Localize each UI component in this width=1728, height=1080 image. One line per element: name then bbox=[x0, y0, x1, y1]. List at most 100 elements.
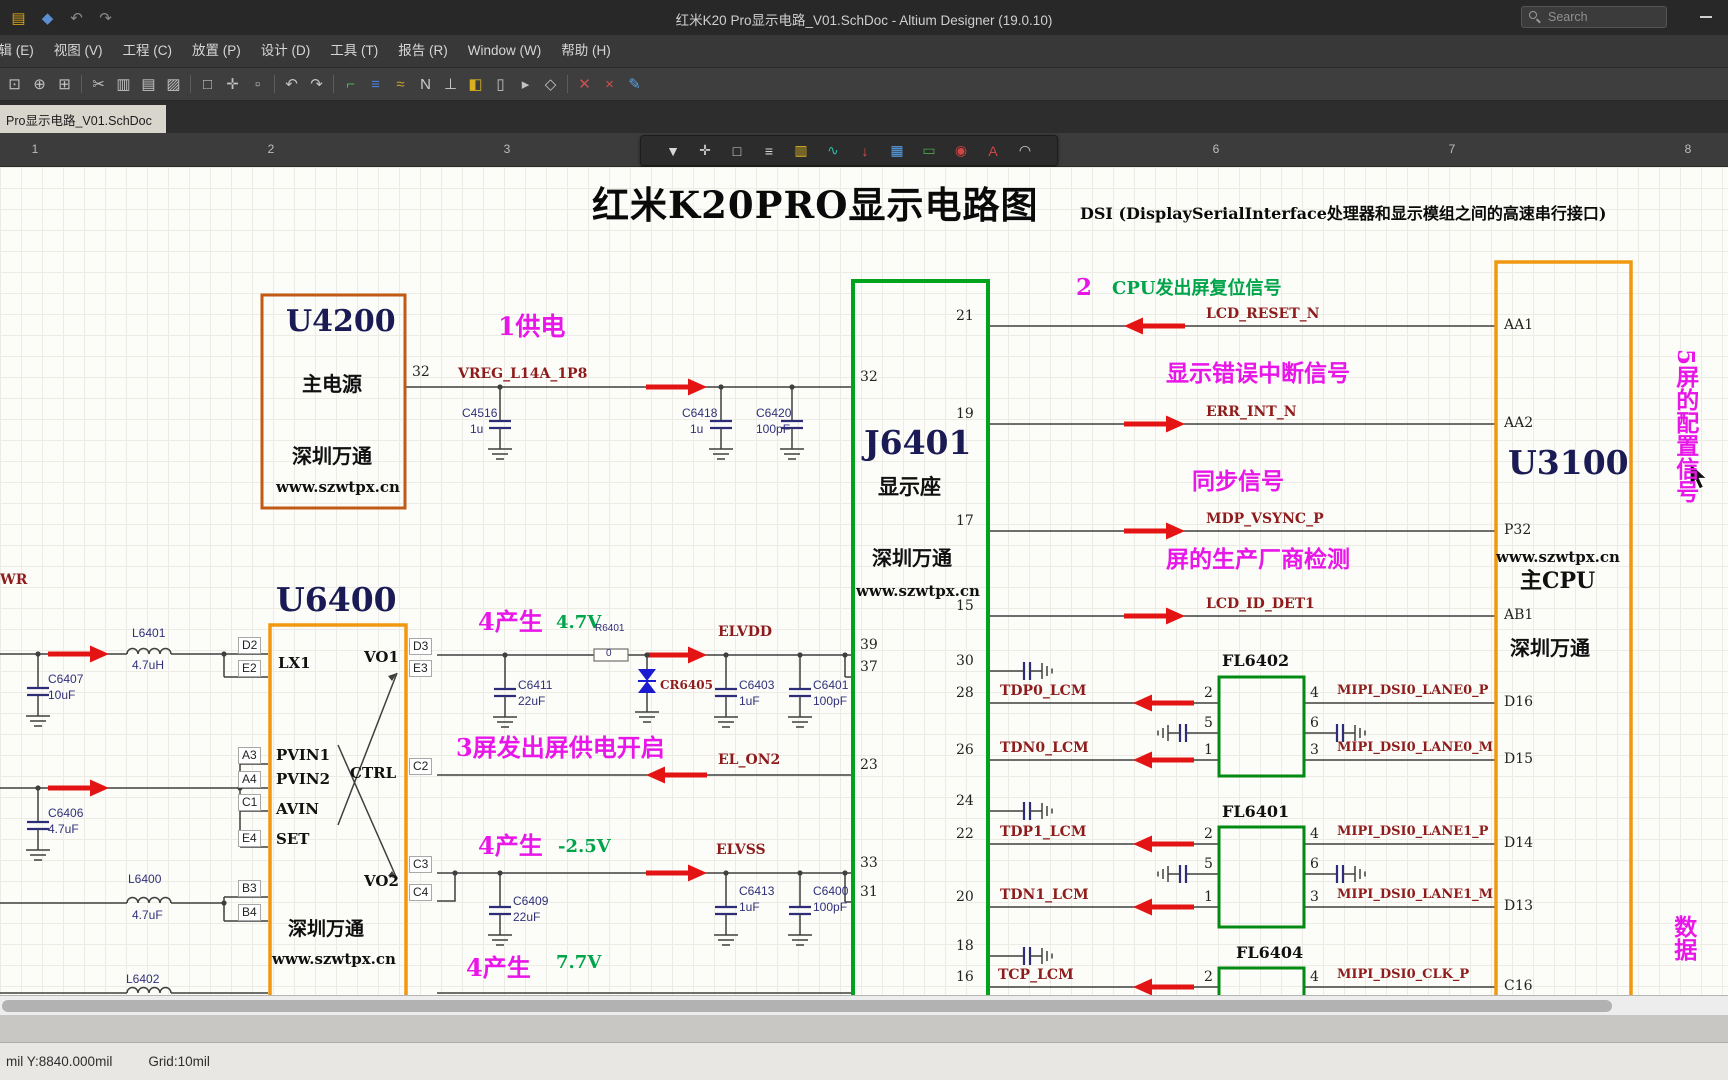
sch-ref[interactable]: C6420 bbox=[756, 406, 791, 420]
sch-pin-box[interactable]: B3 bbox=[238, 880, 261, 897]
select-area-icon[interactable]: □ bbox=[722, 139, 752, 163]
sch-net[interactable]: WR bbox=[0, 572, 27, 589]
distribute-icon[interactable]: ▥ bbox=[786, 139, 816, 163]
sch-pin-box[interactable]: B4 bbox=[238, 904, 261, 921]
sch-ref[interactable]: 100pF bbox=[756, 422, 790, 436]
menu-item-4[interactable]: 设计 (D) bbox=[251, 35, 321, 67]
sch-pin-num[interactable]: 3 bbox=[1310, 742, 1319, 759]
sch-pin-num[interactable]: 1 bbox=[1204, 889, 1213, 906]
sch-ref[interactable]: 1u bbox=[690, 422, 703, 436]
text-icon[interactable]: A bbox=[978, 139, 1008, 163]
sch-ref[interactable]: C6413 bbox=[739, 884, 774, 898]
sch-pin-num[interactable]: 26 bbox=[956, 742, 974, 759]
sch-pin-box[interactable]: E2 bbox=[238, 660, 261, 677]
workspace-icon[interactable]: ◆ bbox=[35, 5, 60, 30]
sch-pin-num[interactable]: 19 bbox=[956, 406, 974, 423]
fl6402-ref[interactable]: FL6402 bbox=[1222, 652, 1289, 670]
power-port-icon[interactable]: ⊥ bbox=[438, 72, 463, 97]
sch-pin-num[interactable]: 39 bbox=[860, 637, 878, 654]
sch-pin-box[interactable]: D3 bbox=[409, 638, 433, 655]
sch-ref[interactable]: L6401 bbox=[132, 626, 165, 640]
sch-ref[interactable]: C6418 bbox=[682, 406, 717, 420]
net-elvss[interactable]: ELVSS bbox=[716, 842, 766, 859]
sch-pin-num[interactable]: 37 bbox=[860, 659, 878, 676]
horizontal-scrollbar[interactable] bbox=[0, 995, 1728, 1015]
sch-ann-m[interactable]: 1供电 bbox=[498, 313, 565, 341]
sch-ref[interactable]: 1u bbox=[470, 422, 483, 436]
document-tab[interactable]: Pro显示电路_V01.SchDoc bbox=[0, 105, 166, 133]
sch-comp-text[interactable]: 主CPU bbox=[1520, 569, 1595, 594]
sch-ref[interactable]: 4.7uF bbox=[48, 822, 79, 836]
sch-pin-num[interactable]: 4 bbox=[1310, 685, 1319, 702]
sch-net[interactable]: CR6405 bbox=[660, 678, 713, 692]
sch-net[interactable]: MIPI_DSI0_LANE1_P bbox=[1337, 824, 1488, 840]
sch-pin-num[interactable]: 4 bbox=[1310, 969, 1319, 986]
sch-pin-num[interactable]: 3 bbox=[1310, 889, 1319, 906]
sch-pin-num[interactable]: 24 bbox=[956, 793, 974, 810]
sch-ann-m[interactable]: 2 bbox=[1076, 275, 1092, 301]
sch-pin-num[interactable]: C16 bbox=[1504, 978, 1533, 995]
sch-pin-num[interactable]: 2 bbox=[1204, 969, 1213, 986]
probe-icon[interactable]: ↓ bbox=[850, 139, 880, 163]
sch-pin-box[interactable]: E4 bbox=[238, 830, 261, 847]
sch-ref[interactable]: C4516 bbox=[462, 406, 497, 420]
sch-pin-num[interactable]: 28 bbox=[956, 685, 974, 702]
place-part-icon[interactable]: ◧ bbox=[463, 72, 488, 97]
sch-ref[interactable]: 1uF bbox=[739, 900, 760, 914]
sch-ann-m[interactable]: 4产生 bbox=[478, 608, 543, 636]
sch-ref[interactable]: C6403 bbox=[739, 678, 774, 692]
menu-item-3[interactable]: 放置 (P) bbox=[182, 35, 251, 67]
sch-comp-text[interactable]: 深圳万通 bbox=[872, 547, 952, 570]
sch-pin-box[interactable]: D2 bbox=[238, 637, 262, 654]
fl6404-ref[interactable]: FL6404 bbox=[1236, 944, 1303, 962]
place-bus-icon[interactable]: ≡ bbox=[363, 72, 388, 97]
sch-pin-num[interactable]: 22 bbox=[956, 826, 974, 843]
net-elvdd[interactable]: ELVDD bbox=[718, 624, 772, 641]
sch-pin-num[interactable]: D15 bbox=[1504, 751, 1533, 768]
sch-pin-num[interactable]: 30 bbox=[956, 653, 974, 670]
sch-ann-m[interactable]: 屏的生产厂商检测 bbox=[1166, 547, 1350, 573]
sch-ann-m[interactable]: 5屏的配置信号 bbox=[1672, 349, 1699, 503]
sch-pin-num[interactable]: 1 bbox=[1204, 742, 1213, 759]
sch-pin-num[interactable]: 33 bbox=[860, 855, 878, 872]
net-lcd-reset-n[interactable]: LCD_RESET_N bbox=[1206, 306, 1319, 323]
sch-ann-m[interactable]: 数据 bbox=[1670, 915, 1697, 961]
search-input[interactable]: Search bbox=[1521, 6, 1667, 28]
redo-icon[interactable]: ↷ bbox=[93, 5, 118, 30]
sch-pin-num[interactable]: 6 bbox=[1310, 856, 1319, 873]
zoom-area-icon[interactable]: ⊞ bbox=[52, 72, 77, 97]
move-icon[interactable]: ✛ bbox=[690, 139, 720, 163]
sch-net[interactable]: TCP_LCM bbox=[998, 967, 1074, 984]
copy-icon[interactable]: ▥ bbox=[111, 72, 136, 97]
sch-net[interactable]: TDN1_LCM bbox=[1000, 887, 1089, 904]
fl6401-ref[interactable]: FL6401 bbox=[1222, 803, 1289, 821]
sch-ref[interactable]: C6411 bbox=[518, 678, 552, 692]
sch-ann-m[interactable]: 4产生 bbox=[466, 954, 531, 982]
sch-ref[interactable]: 1uF bbox=[739, 694, 760, 708]
sch-ref[interactable]: C6409 bbox=[513, 894, 548, 908]
net-label-icon[interactable]: N bbox=[413, 72, 438, 97]
sch-comp-text[interactable]: www.szwtpx.cn bbox=[1496, 549, 1620, 566]
sch-ref[interactable]: C6400 bbox=[813, 884, 848, 898]
select-area-icon[interactable]: □ bbox=[195, 72, 220, 97]
sch-ref[interactable]: 100pF bbox=[813, 900, 847, 914]
sch-pin-name[interactable]: AVIN bbox=[276, 801, 319, 818]
sch-net[interactable]: MIPI_DSI0_LANE0_M bbox=[1337, 740, 1493, 756]
sch-pin-num[interactable]: 6 bbox=[1310, 715, 1319, 732]
sch-ref[interactable]: C6401 bbox=[813, 678, 848, 692]
sch-ref[interactable]: L6402 bbox=[126, 972, 159, 986]
sch-ann-m[interactable]: 同步信号 bbox=[1192, 469, 1284, 495]
clear-selection-icon[interactable]: ▫ bbox=[245, 72, 270, 97]
sch-pin-name[interactable]: LX1 bbox=[278, 655, 311, 672]
sch-pin-box[interactable]: A3 bbox=[238, 747, 261, 764]
sheet-symbol-icon[interactable]: ▯ bbox=[488, 72, 513, 97]
sch-pin-num[interactable]: 21 bbox=[956, 308, 974, 325]
net-lcd-id-det1[interactable]: LCD_ID_DET1 bbox=[1206, 596, 1315, 613]
fit-document-icon[interactable]: ⊡ bbox=[2, 72, 27, 97]
cut-icon[interactable]: ✂ bbox=[86, 72, 111, 97]
sch-pin-num[interactable]: AA2 bbox=[1504, 415, 1533, 432]
sch-ref[interactable]: 4.7uH bbox=[132, 658, 164, 672]
sch-pin-num[interactable]: AA1 bbox=[1504, 317, 1533, 334]
sch-comp-text[interactable]: 深圳万通 bbox=[288, 918, 364, 940]
sch-pin-num[interactable]: 16 bbox=[956, 969, 974, 986]
